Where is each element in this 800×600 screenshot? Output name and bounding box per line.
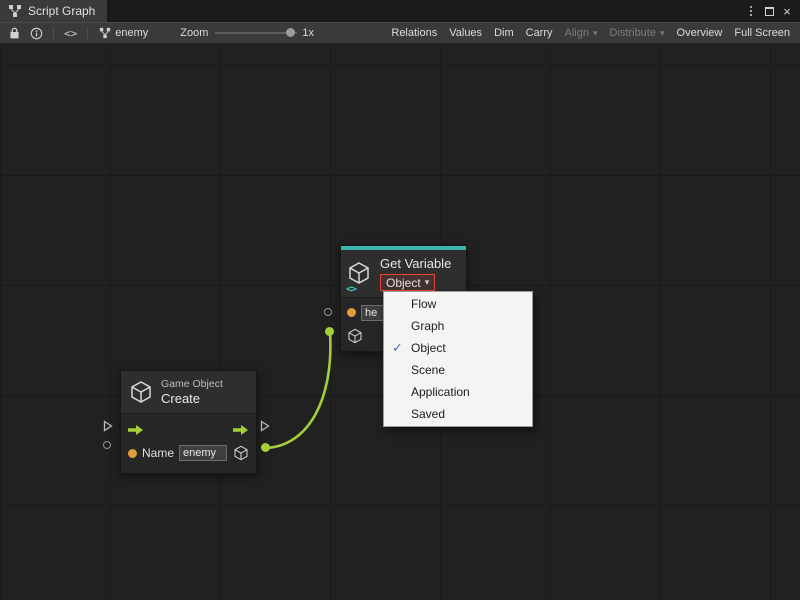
get-variable-input-port[interactable] [324,308,332,316]
graph-name: enemy [115,27,148,39]
close-button[interactable]: × [778,2,796,20]
gameobject-port-cube-icon[interactable] [347,328,363,344]
chevron-down-icon: ▾ [425,277,430,288]
scope-value: Object [386,276,421,290]
scope-dropdown-menu: Flow Graph ✓ Object Scene Application Sa… [383,291,533,427]
value-port-icon[interactable] [347,308,356,317]
chevron-down-icon: ▾ [660,28,665,39]
flow-input-arrow-icon[interactable] [128,425,144,435]
graph-toolbar: <> enemy Zoom 1x Relations Values Dim Ca… [0,22,800,44]
chevron-down-icon: ▾ [593,28,598,39]
tab-script-graph[interactable]: Script Graph [0,0,107,22]
create-node-body: Name [121,413,256,473]
graph-badge-icon [99,27,111,39]
code-badge-icon: <> [346,284,356,295]
menu-item-object[interactable]: ✓ Object [384,337,532,359]
zoom-value: 1x [302,27,314,39]
wire-end-port[interactable] [325,327,334,336]
tab-title: Script Graph [28,4,95,18]
check-icon: ✓ [384,340,411,356]
get-variable-header: <> Get Variable Object ▾ [341,250,466,297]
zoom-slider[interactable] [215,32,297,34]
lock-button[interactable] [4,23,25,43]
node-category: Game Object [161,378,223,390]
carry-button[interactable]: Carry [520,23,559,43]
window-controls: × [742,0,800,22]
create-flow-output-port[interactable] [260,420,270,432]
cube-icon [129,380,153,404]
values-button[interactable]: Values [443,23,488,43]
gameobject-output-cube-icon[interactable] [233,445,249,461]
zoom-label: Zoom [180,27,208,39]
maximize-button[interactable] [760,2,778,20]
dim-button[interactable]: Dim [488,23,520,43]
script-graph-icon [8,4,22,18]
graph-canvas[interactable]: <> Get Variable Object ▾ [0,44,800,600]
variable-scope-dropdown[interactable]: Object ▾ [380,274,435,291]
create-node-header: Game Object Create [121,371,256,413]
fullscreen-button[interactable]: Full Screen [728,23,796,43]
info-button[interactable] [25,23,48,43]
create-flow-input-port[interactable] [103,420,113,432]
cube-icon: <> [347,255,373,291]
create-value-input-port[interactable] [103,441,111,449]
flow-output-arrow-icon[interactable] [233,425,249,435]
game-object-create-node[interactable]: Game Object Create Name [120,370,257,474]
node-title: Create [161,391,223,406]
info-icon [30,27,43,40]
lock-icon [9,27,20,40]
menu-item-scene[interactable]: Scene [384,359,532,381]
close-icon: × [783,4,791,19]
graph-name-badge[interactable]: enemy [93,23,154,43]
value-port-icon[interactable] [128,449,137,458]
param-label: Name [142,446,174,460]
relations-button[interactable]: Relations [385,23,443,43]
overview-button[interactable]: Overview [671,23,729,43]
kebab-menu-icon [750,6,752,16]
menu-item-flow[interactable]: Flow [384,293,532,315]
distribute-button[interactable]: Distribute ▾ [604,23,671,43]
toolbar-separator [53,27,54,40]
window-menu-button[interactable] [742,2,760,20]
menu-item-application[interactable]: Application [384,381,532,403]
toolbar-separator [87,27,88,40]
maximize-icon [765,7,774,16]
align-button[interactable]: Align ▾ [559,23,604,43]
title-bar: Script Graph × [0,0,800,22]
zoom-slider-knob[interactable] [286,28,295,37]
code-view-button[interactable]: <> [59,23,82,43]
code-icon: <> [64,27,77,40]
menu-item-graph[interactable]: Graph [384,315,532,337]
toolbar-right-group: Relations Values Dim Carry Align ▾ Distr… [385,23,796,43]
name-input[interactable] [179,445,227,461]
wire-start-port[interactable] [261,443,270,452]
menu-item-saved[interactable]: Saved [384,403,532,425]
node-title: Get Variable [380,256,451,271]
